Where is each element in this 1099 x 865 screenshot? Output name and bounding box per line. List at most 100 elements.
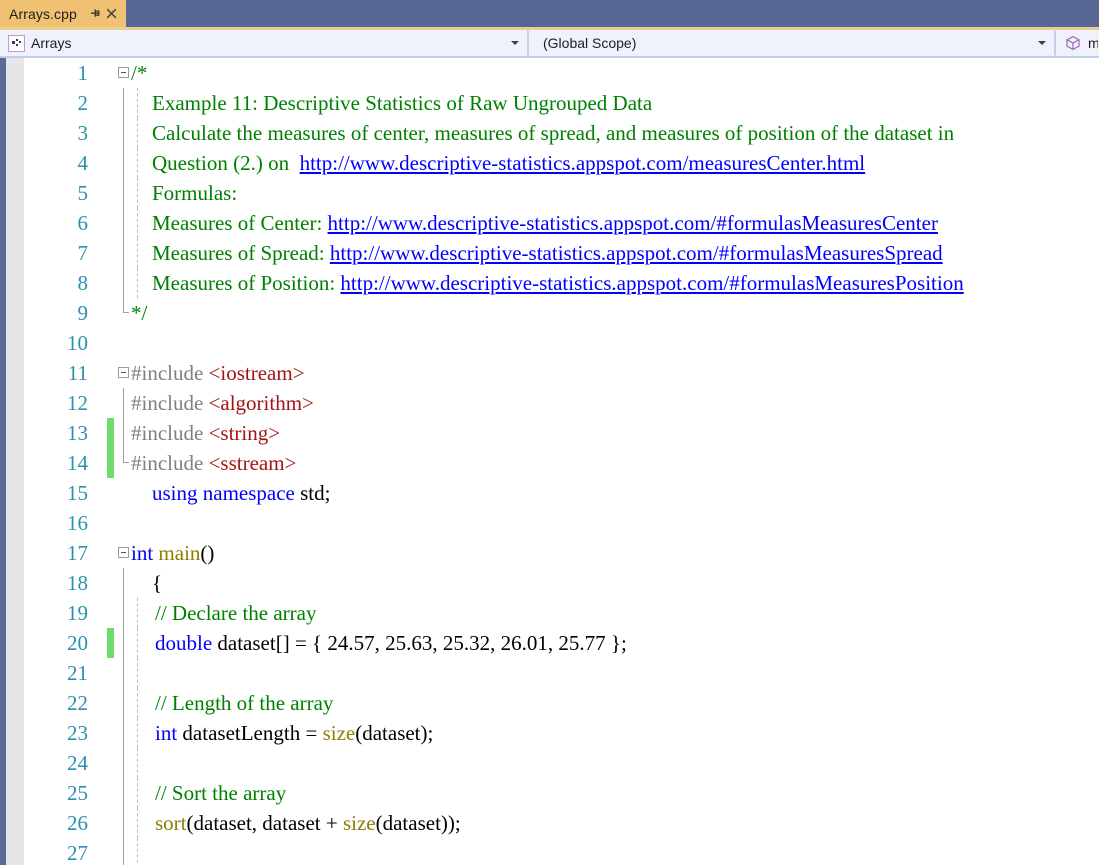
line-number: 14 — [67, 451, 88, 475]
code-token: // Length of the array — [155, 691, 334, 715]
code-lines-container[interactable]: 1 /* 2 Example 11: Descriptive Statistics o… — [0, 58, 1099, 865]
code-line[interactable]: 21 — [0, 658, 1099, 688]
close-icon[interactable] — [104, 6, 120, 22]
code-token: Measures of Spread: — [152, 241, 330, 265]
code-link[interactable]: http://www.descriptive-statistics.appspo… — [328, 211, 938, 235]
code-line-text[interactable]: Calculate the measures of center, measur… — [152, 118, 954, 148]
code-line-text[interactable]: #include <algorithm> — [131, 388, 314, 418]
fold-collapse-icon[interactable] — [118, 547, 129, 558]
code-line[interactable]: 24 — [0, 748, 1099, 778]
code-line[interactable]: 3 Calculate the measures of center, measu… — [0, 118, 1099, 148]
code-line[interactable]: 22 // Length of the array — [0, 688, 1099, 718]
code-line-text[interactable]: Measures of Center: http://www.descripti… — [152, 208, 938, 238]
code-token: Calculate the measures of center, measur… — [152, 121, 955, 145]
chevron-down-icon[interactable] — [511, 41, 519, 45]
fold-guide-line — [123, 628, 124, 658]
code-line[interactable]: 10 — [0, 328, 1099, 358]
chevron-down-icon[interactable] — [1038, 41, 1046, 45]
line-number: 7 — [77, 241, 89, 265]
code-line-text[interactable]: Measures of Spread: http://www.descripti… — [152, 238, 943, 268]
code-line[interactable]: 14 #include <sstream> — [0, 448, 1099, 478]
code-line-text[interactable]: // Declare the array — [155, 598, 316, 628]
member-dropdown[interactable]: ma — [1054, 30, 1099, 56]
indent-guide — [137, 208, 138, 238]
code-line-text[interactable]: Example 11: Descriptive Statistics of Ra… — [152, 88, 652, 118]
code-line[interactable]: 12 #include <algorithm> — [0, 388, 1099, 418]
code-line-text[interactable]: int datasetLength = size(dataset); — [155, 718, 433, 748]
fold-guide-line — [123, 598, 124, 628]
code-token: #include — [131, 391, 209, 415]
code-line-text[interactable]: // Length of the array — [155, 688, 333, 718]
code-line-text[interactable]: */ — [131, 298, 147, 328]
fold-collapse-icon[interactable] — [118, 67, 129, 78]
code-line[interactable]: 25 // Sort the array — [0, 778, 1099, 808]
line-number: 6 — [77, 211, 89, 235]
code-line-text[interactable]: sort(dataset, dataset + size(dataset)); — [155, 808, 461, 838]
fold-guide-line — [123, 418, 124, 448]
indent-guide — [137, 598, 138, 628]
code-line[interactable]: 2 Example 11: Descriptive Statistics of R… — [0, 88, 1099, 118]
code-line[interactable]: 15 using namespace std; — [0, 478, 1099, 508]
code-link[interactable]: http://www.descriptive-statistics.appspo… — [300, 151, 866, 175]
code-line[interactable]: 18 { — [0, 568, 1099, 598]
indent-guide — [137, 178, 138, 208]
code-token: () — [200, 541, 215, 565]
code-line-text[interactable]: #include <sstream> — [131, 448, 296, 478]
code-line[interactable]: 23 int datasetLength = size(dataset); — [0, 718, 1099, 748]
scope-dropdown-label: (Global Scope) — [543, 35, 637, 51]
line-number: 24 — [67, 751, 88, 775]
line-number: 5 — [77, 181, 89, 205]
code-line[interactable]: 8 Measures of Position: http://www.descri… — [0, 268, 1099, 298]
code-line[interactable]: 26 sort(dataset, dataset + size(dataset))… — [0, 808, 1099, 838]
fold-guide-line — [123, 658, 124, 688]
code-line[interactable]: 11 #include <iostream> — [0, 358, 1099, 388]
code-line-text[interactable]: { — [152, 568, 162, 598]
line-number: 2 — [77, 91, 89, 115]
code-line[interactable]: 9 */ — [0, 298, 1099, 328]
code-token: Question (2.) on — [152, 151, 300, 175]
line-number: 25 — [67, 781, 88, 805]
project-dropdown[interactable]: Arrays — [0, 30, 527, 56]
code-line-text[interactable]: #include <string> — [131, 418, 280, 448]
code-line-text[interactable]: // Sort the array — [155, 778, 286, 808]
code-line[interactable]: 1 /* — [0, 58, 1099, 88]
code-line[interactable]: 16 — [0, 508, 1099, 538]
code-link[interactable]: http://www.descriptive-statistics.appspo… — [330, 241, 943, 265]
code-line-text[interactable]: Formulas: — [152, 178, 237, 208]
indent-guide — [137, 628, 138, 658]
code-line-text[interactable]: Question (2.) on http://www.descriptive-… — [152, 148, 865, 178]
tab-strip: Arrays.cpp — [0, 0, 1099, 27]
code-line[interactable]: 5 Formulas: — [0, 178, 1099, 208]
code-line[interactable]: 27 — [0, 838, 1099, 865]
code-line[interactable]: 7 Measures of Spread: http://www.descript… — [0, 238, 1099, 268]
scope-dropdown[interactable]: (Global Scope) — [527, 30, 1054, 56]
code-line-text[interactable]: double dataset[] = { 24.57, 25.63, 25.32… — [155, 628, 627, 658]
code-editor[interactable]: 1 /* 2 Example 11: Descriptive Statistics o… — [0, 58, 1099, 865]
code-line-text[interactable]: int main() — [131, 538, 214, 568]
pin-icon[interactable] — [88, 6, 104, 22]
code-line[interactable]: 17 int main() — [0, 538, 1099, 568]
line-number: 1 — [77, 61, 89, 85]
code-line[interactable]: 20 double dataset[] = { 24.57, 25.63, 25.… — [0, 628, 1099, 658]
code-line[interactable]: 19 // Declare the array — [0, 598, 1099, 628]
code-line[interactable]: 4 Question (2.) on http://www.descriptive… — [0, 148, 1099, 178]
indent-guide — [137, 88, 138, 118]
code-line-text[interactable]: #include <iostream> — [131, 358, 305, 388]
code-line-text[interactable]: Measures of Position: http://www.descrip… — [152, 268, 964, 298]
editor-tab-arrays-cpp[interactable]: Arrays.cpp — [0, 0, 126, 27]
code-line[interactable]: 6 Measures of Center: http://www.descript… — [0, 208, 1099, 238]
code-line-text[interactable]: using namespace std; — [152, 478, 330, 508]
code-link[interactable]: http://www.descriptive-statistics.appspo… — [340, 271, 963, 295]
code-line-text[interactable]: /* — [131, 58, 147, 88]
code-token: // Declare the array — [155, 601, 317, 625]
code-token: #include — [131, 451, 209, 475]
indent-guide — [137, 268, 138, 298]
indent-guide — [137, 238, 138, 268]
indent-guide — [137, 688, 138, 718]
change-bar — [107, 418, 114, 448]
code-line[interactable]: 13 #include <string> — [0, 418, 1099, 448]
fold-guide-line — [123, 148, 124, 178]
member-dropdown-label: ma — [1088, 35, 1098, 51]
fold-collapse-icon[interactable] — [118, 367, 129, 378]
line-number: 12 — [67, 391, 88, 415]
